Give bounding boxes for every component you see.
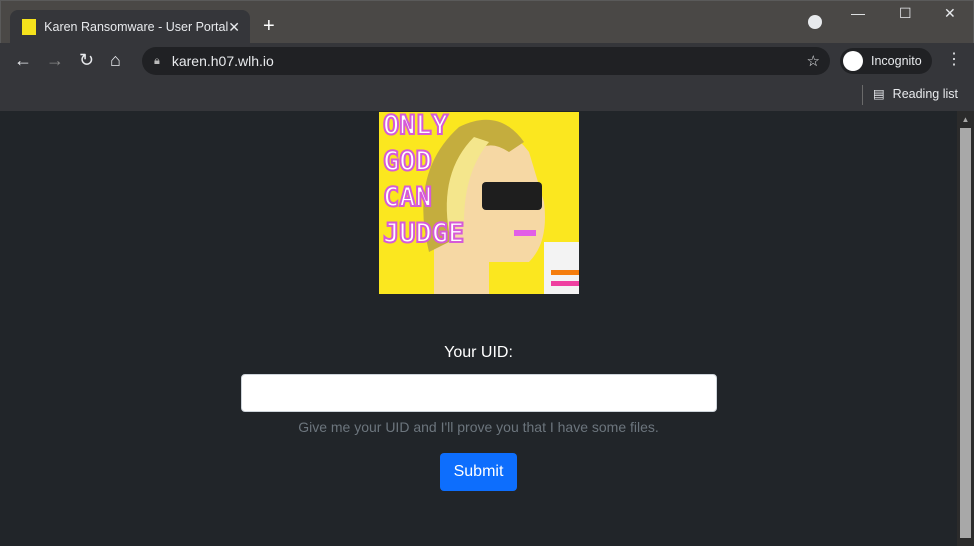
minimize-button[interactable]: — bbox=[851, 5, 865, 21]
home-icon[interactable]: ⌂ bbox=[110, 51, 121, 69]
title-bar: Karen Ransomware - User Portal ✕ + — ☐ ✕ bbox=[0, 0, 974, 44]
browser-tab[interactable]: Karen Ransomware - User Portal ✕ bbox=[10, 10, 250, 44]
uid-label: Your UID: bbox=[444, 344, 513, 361]
reading-list-button[interactable]: ▤ Reading list bbox=[872, 86, 958, 102]
address-bar[interactable]: 🔒︎ karen.h07.wlh.io ☆ bbox=[142, 47, 830, 75]
forward-icon[interactable]: → bbox=[46, 51, 64, 69]
svg-text:ONLY: ONLY bbox=[383, 112, 449, 141]
reload-icon[interactable]: ↻ bbox=[79, 51, 94, 69]
karen-meme-image: ONLY GOD CAN JUDGE bbox=[379, 112, 579, 294]
lock-icon: 🔒︎ bbox=[154, 54, 160, 67]
svg-text:GOD: GOD bbox=[383, 146, 432, 177]
page-content: ONLY GOD CAN JUDGE Your UID: Give me your U… bbox=[0, 111, 957, 546]
incognito-badge[interactable]: Incognito bbox=[840, 48, 932, 74]
toolbar: ← → ↻ ⌂ 🔒︎ karen.h07.wlh.io ☆ Incognito … bbox=[0, 43, 974, 79]
scrollbar[interactable]: ▲ bbox=[957, 111, 974, 546]
new-tab-button[interactable]: + bbox=[263, 15, 275, 38]
uid-help-text: Give me your UID and I'll prove you that… bbox=[298, 419, 659, 435]
menu-icon[interactable]: ⋮ bbox=[946, 51, 962, 69]
close-window-button[interactable]: ✕ bbox=[944, 5, 956, 22]
bookmarks-bar: ▤ Reading list bbox=[0, 79, 974, 111]
uid-input[interactable] bbox=[241, 374, 717, 412]
reading-list-label: Reading list bbox=[892, 86, 958, 101]
reading-list-icon: ▤ bbox=[872, 87, 885, 101]
scrollbar-thumb[interactable] bbox=[960, 128, 971, 538]
favicon-icon bbox=[22, 19, 37, 35]
back-icon[interactable]: ← bbox=[14, 51, 32, 69]
url-text: karen.h07.wlh.io bbox=[171, 53, 274, 69]
close-tab-icon[interactable]: ✕ bbox=[228, 19, 240, 36]
incognito-label: Incognito bbox=[871, 54, 922, 68]
tab-title: Karen Ransomware - User Portal bbox=[44, 20, 229, 34]
divider bbox=[862, 85, 863, 105]
maximize-button[interactable]: ☐ bbox=[899, 5, 912, 22]
bookmark-star-icon[interactable]: ☆ bbox=[807, 52, 820, 70]
incognito-icon bbox=[843, 51, 863, 71]
scroll-up-icon[interactable]: ▲ bbox=[957, 115, 974, 124]
submit-button[interactable]: Submit bbox=[440, 453, 517, 491]
svg-text:JUDGE: JUDGE bbox=[383, 218, 464, 249]
svg-text:CAN: CAN bbox=[383, 182, 432, 213]
tab-search-icon[interactable] bbox=[808, 15, 822, 29]
